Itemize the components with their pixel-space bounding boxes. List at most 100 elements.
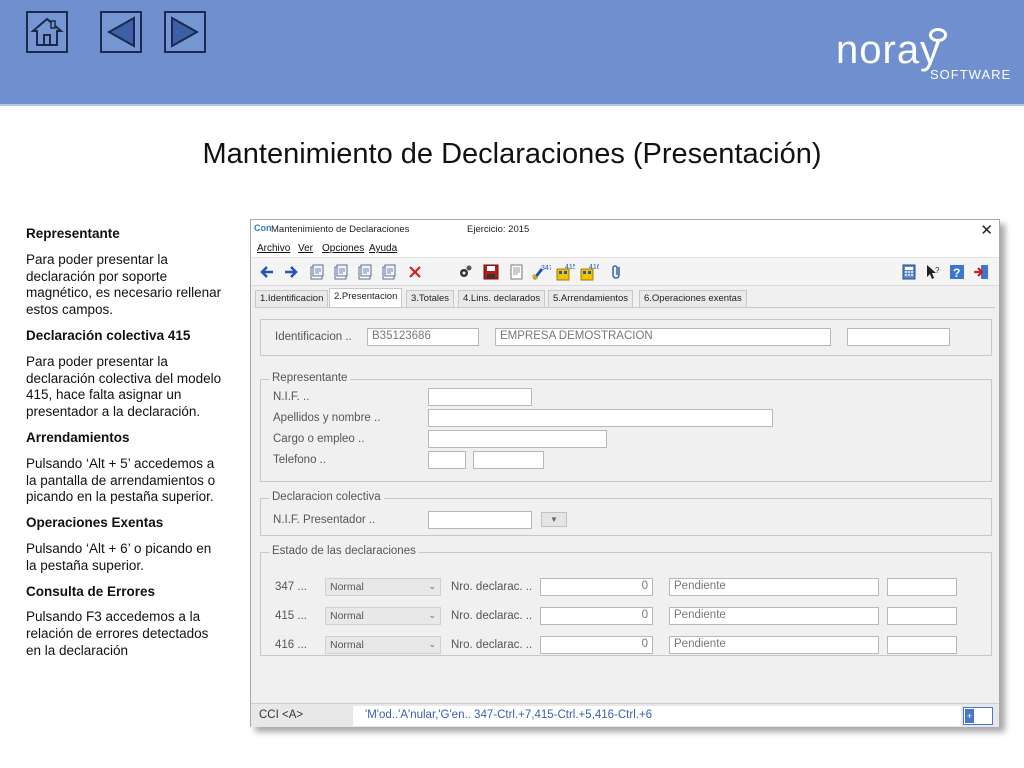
representante-cargo-field[interactable]	[428, 430, 607, 448]
model-347-type-select[interactable]: Normal ⌄	[325, 578, 441, 596]
tab-arrendamientos[interactable]: 5.Arrendamientos	[548, 290, 633, 307]
next-icon	[171, 16, 200, 48]
representante-nif-field[interactable]	[428, 388, 532, 406]
tab-lins-declarados[interactable]: 4.Lins. declarados	[458, 290, 546, 307]
nro-declarac-label: Nro. declarac. ..	[451, 610, 533, 622]
identificacion-nif-field[interactable]: B35123686	[367, 328, 479, 346]
menu-ayuda[interactable]: Ayuda	[369, 243, 397, 254]
forward-arrow-button[interactable]	[281, 262, 301, 282]
top-banner: noray SOFTWARE	[0, 0, 1024, 106]
calculator-button[interactable]	[899, 262, 919, 282]
back-arrow-button[interactable]	[257, 262, 277, 282]
model-415-button[interactable]: 415	[555, 262, 575, 282]
new-doc-icon	[310, 264, 324, 280]
chevron-down-icon: ⌄	[428, 610, 436, 620]
nro-declarac-label: Nro. declarac. ..	[451, 581, 533, 593]
representante-apellidos-field[interactable]	[428, 409, 773, 427]
svg-text:?: ?	[935, 266, 940, 275]
home-icon	[30, 17, 64, 46]
home-button[interactable]	[26, 11, 68, 53]
nro-declarac-label: Nro. declarac. ..	[451, 639, 533, 651]
model-416-label: 416 ...	[275, 639, 307, 651]
previous-button[interactable]	[100, 11, 142, 53]
calculator-icon	[902, 264, 916, 280]
close-button[interactable]: ✕	[980, 221, 993, 239]
identificacion-empresa-field[interactable]: EMPRESA DEMOSTRACION	[495, 328, 831, 346]
tab-presentacion[interactable]: 2.Presentacion	[329, 288, 403, 307]
save-icon	[483, 264, 499, 280]
tab-divider	[255, 307, 995, 308]
model-415-status-field[interactable]: Pendiente	[669, 607, 879, 625]
menu-archivo[interactable]: Archivo	[257, 243, 290, 254]
new-doc-button[interactable]	[307, 262, 327, 282]
select-value: Normal	[330, 581, 364, 593]
logo-subtext: SOFTWARE	[930, 67, 1012, 82]
model-415-label: 415 ...	[275, 610, 307, 622]
svg-text:347: 347	[541, 265, 551, 272]
print-preview-button[interactable]	[507, 262, 527, 282]
model-415-extra-field[interactable]	[887, 607, 957, 625]
next-button[interactable]	[164, 11, 206, 53]
model-416-nro-field[interactable]: 0	[540, 636, 653, 654]
edit-doc-button[interactable]	[355, 262, 375, 282]
exit-button[interactable]	[971, 262, 991, 282]
representante-telefono-label: Telefono ..	[273, 454, 327, 466]
logo-ring	[929, 28, 947, 42]
menu-bar: Archivo Ver Opciones Ayuda	[251, 241, 999, 258]
tab-totales[interactable]: 3.Totales	[406, 290, 455, 307]
copy-doc-button[interactable]	[331, 262, 351, 282]
model-415-nro-field[interactable]: 0	[540, 607, 653, 625]
menu-ver[interactable]: Ver	[298, 243, 313, 254]
note-text: Para poder presentar la declaración por …	[26, 251, 222, 318]
settings-button[interactable]	[455, 262, 475, 282]
status-indicator[interactable]: +	[963, 707, 993, 725]
model-347-button[interactable]: 347	[531, 262, 551, 282]
svg-text:?: ?	[953, 266, 960, 280]
back-arrow-icon	[260, 266, 273, 278]
tab-operaciones-exentas[interactable]: 6.Operaciones exentas	[639, 290, 747, 307]
model-347-label: 347 ...	[275, 581, 307, 593]
ejercicio-label: Ejercicio: 2015	[467, 224, 530, 235]
forward-arrow-icon	[285, 266, 298, 278]
help-button[interactable]: ?	[947, 262, 967, 282]
representante-telefono-prefix-field[interactable]	[428, 451, 466, 469]
nif-presentador-dropdown-button[interactable]: ▼	[541, 512, 567, 527]
model-347-extra-field[interactable]	[887, 578, 957, 596]
model-416-button[interactable]: 416	[579, 262, 599, 282]
representante-telefono-field[interactable]	[473, 451, 544, 469]
save-button[interactable]	[481, 262, 501, 282]
nif-presentador-field[interactable]	[428, 511, 532, 529]
help-pointer-button[interactable]: ?	[923, 262, 943, 282]
app-icon: Con	[254, 223, 272, 233]
attach-button[interactable]	[607, 262, 627, 282]
model-416-status-field[interactable]: Pendiente	[669, 636, 879, 654]
representante-group: Representante N.I.F. .. Apellidos y nomb…	[260, 372, 992, 482]
delete-button[interactable]	[405, 262, 425, 282]
nif-presentador-label: N.I.F. Presentador ..	[273, 514, 376, 526]
print-preview-icon	[510, 264, 523, 280]
note-heading: Representante	[26, 226, 120, 241]
model-416-extra-field[interactable]	[887, 636, 957, 654]
representante-cargo-label: Cargo o empleo ..	[273, 433, 365, 445]
representante-apellidos-label: Apellidos y nombre ..	[273, 412, 381, 424]
help-icon: ?	[950, 265, 964, 280]
note-heading: Declaración colectiva 415	[26, 327, 191, 343]
identificacion-group: Identificacion .. B35123686 EMPRESA DEMO…	[260, 319, 992, 356]
toolbar: 347 415 416 ? ?	[251, 258, 999, 286]
page-title: Mantenimiento de Declaraciones (Presenta…	[202, 138, 822, 170]
previous-icon	[106, 16, 135, 48]
edit-doc-icon	[358, 264, 372, 280]
doc-button[interactable]	[379, 262, 399, 282]
model-416-type-select[interactable]: Normal ⌄	[325, 636, 441, 654]
settings-icon	[460, 265, 472, 277]
exit-icon	[974, 265, 988, 279]
title-bar: Con Mantenimiento de Declaraciones Ejerc…	[251, 220, 999, 241]
note-heading: Arrendamientos	[26, 429, 130, 445]
model-347-status-field[interactable]: Pendiente	[669, 578, 879, 596]
tab-identificacion[interactable]: 1.Identificacion	[255, 290, 329, 307]
model-415-type-select[interactable]: Normal ⌄	[325, 607, 441, 625]
model-347-nro-field[interactable]: 0	[540, 578, 653, 596]
model-416-icon: 416	[580, 264, 599, 281]
menu-opciones[interactable]: Opciones	[322, 243, 364, 254]
identificacion-extra-field[interactable]	[847, 328, 950, 346]
